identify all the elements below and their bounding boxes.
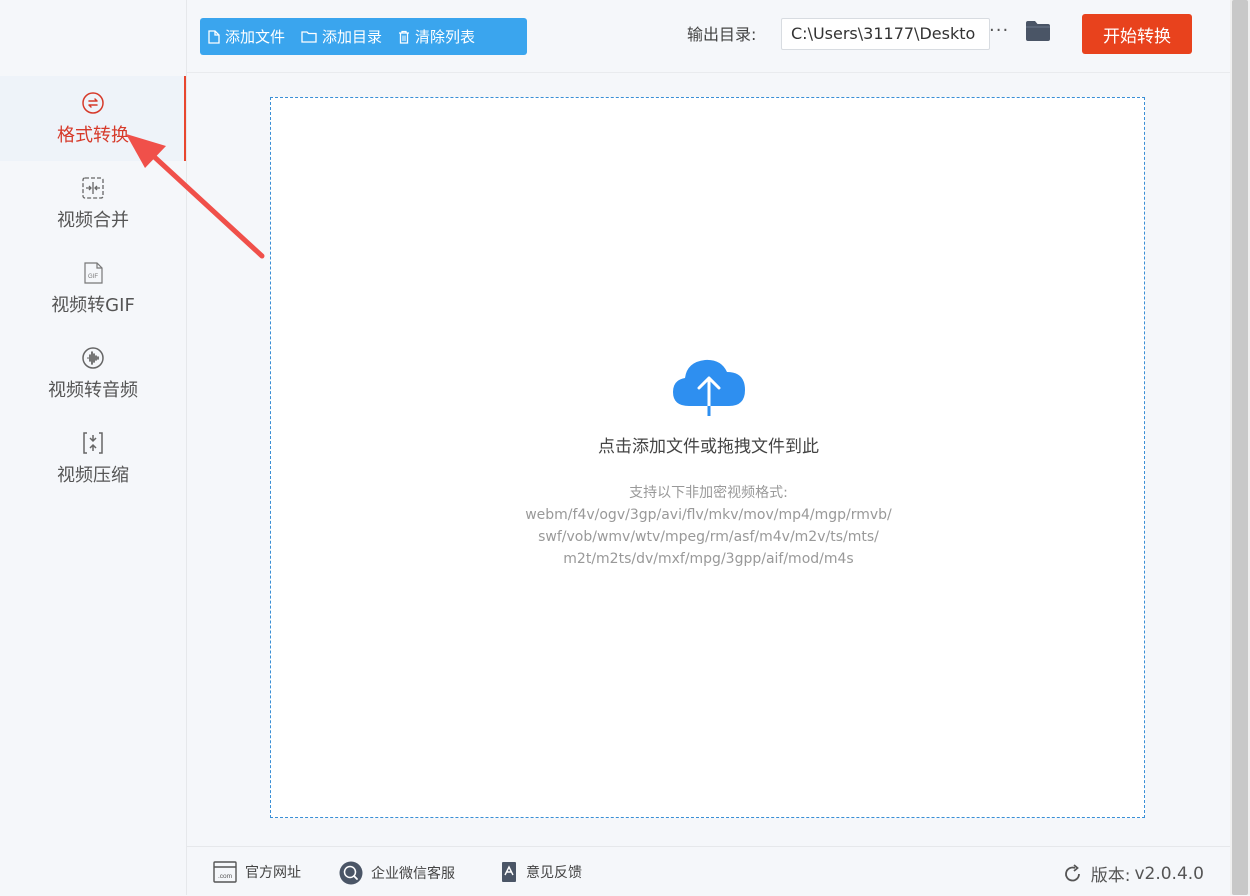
add-directory-button[interactable]: 添加目录	[293, 18, 390, 55]
sidebar-item-label: 视频合并	[57, 209, 129, 231]
sidebar-item-video-to-gif[interactable]: GIF 视频转GIF	[0, 246, 186, 331]
add-file-button[interactable]: 添加文件	[200, 18, 293, 55]
official-website-link[interactable]: .com 官方网址	[213, 861, 301, 883]
version-info: 版本: v2.0.4.0	[1063, 861, 1204, 886]
sidebar-item-label: 格式转换	[57, 124, 129, 146]
audio-wave-icon	[81, 346, 105, 370]
cloud-upload-icon	[671, 354, 747, 424]
svg-text:.com: .com	[218, 873, 232, 880]
feedback-icon	[502, 862, 516, 882]
compress-icon	[81, 431, 105, 455]
sidebar-item-label: 视频转GIF	[51, 294, 135, 316]
file-button-group: 添加文件 添加目录 清除列表	[200, 18, 527, 55]
format-convert-icon	[81, 91, 105, 115]
formats-heading: 支持以下非加密视频格式:	[629, 485, 788, 501]
more-options-button[interactable]: ···	[989, 20, 1009, 41]
wechat-support-link[interactable]: 企业微信客服	[339, 861, 455, 885]
svg-text:GIF: GIF	[88, 274, 98, 280]
gif-icon: GIF	[81, 261, 105, 285]
drop-zone-title: 点击添加文件或拖拽文件到此	[598, 437, 819, 457]
sidebar-item-video-to-audio[interactable]: 视频转音频	[0, 331, 186, 416]
start-convert-button[interactable]: 开始转换	[1082, 14, 1192, 54]
merge-icon	[81, 176, 105, 200]
sidebar-item-video-compress[interactable]: 视频压缩	[0, 416, 186, 501]
file-drop-zone[interactable]: 点击添加文件或拖拽文件到此 支持以下非加密视频格式: webm/f4v/ogv/…	[270, 97, 1145, 818]
folder-outline-icon	[301, 31, 317, 43]
file-icon	[208, 29, 220, 44]
supported-formats: 支持以下非加密视频格式: webm/f4v/ogv/3gp/avi/flv/mk…	[271, 482, 1146, 570]
sidebar-item-video-merge[interactable]: 视频合并	[0, 161, 186, 246]
sidebar-item-label: 视频压缩	[57, 464, 129, 486]
footer: .com 官方网址 企业微信客服 意见反馈 版本: v2.0.4.0	[187, 846, 1230, 896]
trash-icon	[399, 30, 410, 44]
sidebar: 格式转换 视频合并 GIF 视频转GIF 视频转音频 视频压缩	[0, 0, 187, 895]
output-directory-label: 输出目录:	[687, 25, 757, 44]
toolbar: 添加文件 添加目录 清除列表 输出目录: C:\Users\31177\Desk…	[187, 0, 1230, 73]
sidebar-item-label: 视频转音频	[48, 379, 138, 401]
folder-icon[interactable]	[1025, 20, 1051, 46]
main-area: 点击添加文件或拖拽文件到此 支持以下非加密视频格式: webm/f4v/ogv/…	[187, 73, 1230, 845]
chat-support-icon	[339, 861, 363, 885]
scrollbar-thumb[interactable]	[1232, 0, 1248, 895]
sidebar-item-format-convert[interactable]: 格式转换	[0, 76, 186, 161]
refresh-icon	[1064, 863, 1080, 881]
formats-line: m2t/m2ts/dv/mxf/mpg/3gpp/aif/mod/m4s	[563, 551, 854, 567]
clear-list-button[interactable]: 清除列表	[390, 18, 483, 55]
formats-line: swf/vob/wmv/wtv/mpeg/rm/asf/m4v/m2v/ts/m…	[538, 529, 879, 545]
formats-line: webm/f4v/ogv/3gp/avi/flv/mkv/mov/mp4/mgp…	[525, 507, 892, 523]
output-directory-field[interactable]: C:\Users\31177\Deskto	[781, 18, 990, 50]
website-icon: .com	[213, 861, 237, 883]
feedback-link[interactable]: 意见反馈	[500, 861, 582, 883]
